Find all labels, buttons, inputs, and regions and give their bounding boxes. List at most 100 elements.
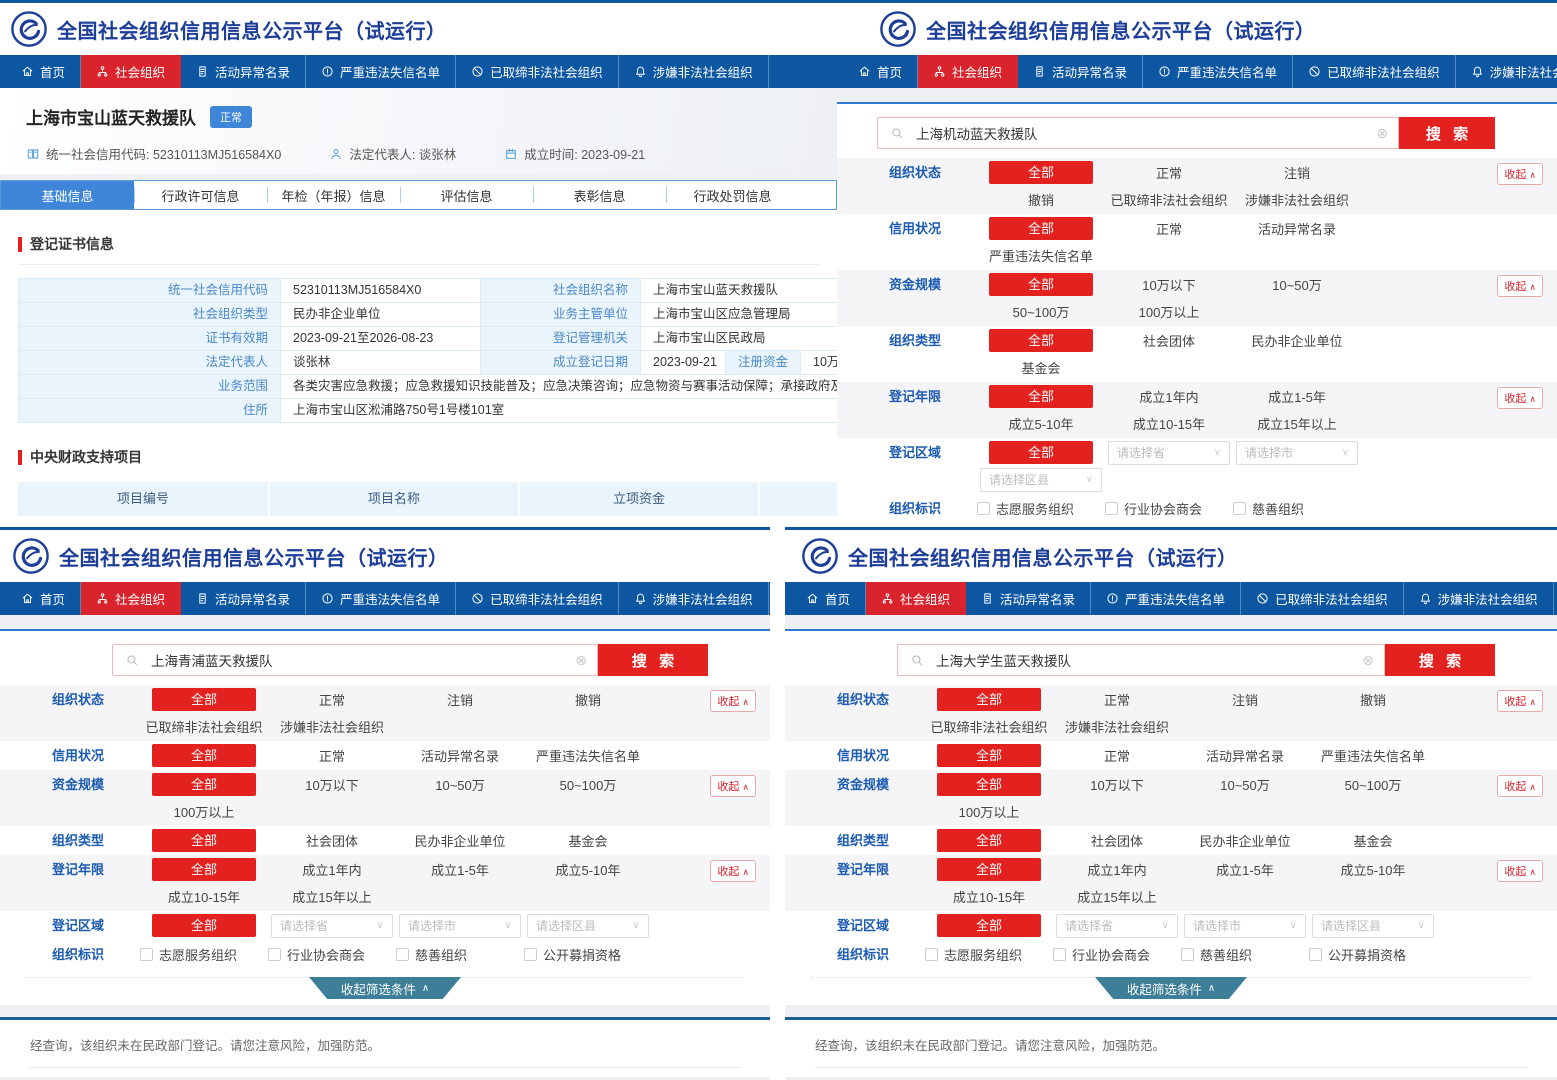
checkbox-icon[interactable] — [1309, 948, 1322, 961]
collapse-filters-button[interactable]: 收起筛选条件 — [309, 977, 461, 999]
filter-option[interactable]: 10万以下 — [1090, 775, 1143, 794]
filter-option[interactable]: 10万以下 — [1142, 275, 1195, 294]
filter-option[interactable]: 严重违法失信名单 — [1321, 746, 1425, 765]
filter-option[interactable]: 已取缔非法社会组织 — [1110, 190, 1227, 209]
checkbox-icon[interactable] — [140, 948, 153, 961]
filter-option-all[interactable]: 全部 — [989, 441, 1093, 464]
checkbox-icon[interactable] — [1233, 502, 1246, 515]
filter-option[interactable]: 10~50万 — [1220, 775, 1270, 794]
region-select-1[interactable]: 请选择市 — [1184, 914, 1306, 938]
collapse-row-button[interactable]: 收起 — [710, 775, 756, 797]
nav-item-1[interactable]: 社会组织 — [81, 55, 181, 88]
checkbox-icon[interactable] — [1053, 948, 1066, 961]
collapse-row-button[interactable]: 收起 — [1497, 775, 1543, 797]
filter-option[interactable]: 已取缔非法社会组织 — [145, 717, 262, 736]
filter-option[interactable]: 基金会 — [568, 831, 607, 850]
nav-item-4[interactable]: 已取缔非法社会组织 — [1241, 582, 1404, 615]
tab-2[interactable]: 年检（年报）信息 — [267, 181, 400, 209]
nav-item-5[interactable]: 涉嫌非法社会组织 — [1456, 55, 1557, 88]
filter-option-all[interactable]: 全部 — [152, 858, 256, 881]
filter-option[interactable]: 活动异常名录 — [421, 746, 499, 765]
checkbox-icon[interactable] — [396, 948, 409, 961]
tab-4[interactable]: 表彰信息 — [533, 181, 666, 209]
search-button[interactable]: 搜 索 — [598, 644, 708, 676]
filter-option[interactable]: 撤销 — [1360, 690, 1386, 709]
filter-option[interactable]: 民办非企业单位 — [414, 831, 505, 850]
nav-item-4[interactable]: 已取缔非法社会组织 — [456, 55, 619, 88]
filter-option[interactable]: 10万以下 — [305, 775, 358, 794]
nav-item-5[interactable]: 涉嫌非法社会组织 — [619, 55, 769, 88]
filter-option-all[interactable]: 全部 — [937, 914, 1041, 937]
clear-search-icon[interactable]: ⊗ — [1362, 653, 1374, 667]
filter-option-all[interactable]: 全部 — [152, 773, 256, 796]
filter-option[interactable]: 社会团体 — [1091, 831, 1143, 850]
nav-item-4[interactable]: 已取缔非法社会组织 — [456, 582, 619, 615]
filter-checkbox-item[interactable]: 公开募捐资格 — [1309, 941, 1437, 968]
filter-checkbox-item[interactable]: 志愿服务组织 — [925, 941, 1053, 968]
filter-checkbox-item[interactable]: 行业协会商会 — [1105, 495, 1233, 522]
nav-item-2[interactable]: 活动异常名录 — [181, 582, 306, 615]
collapse-row-button[interactable]: 收起 — [1497, 860, 1543, 882]
nav-item-4[interactable]: 已取缔非法社会组织 — [1293, 55, 1456, 88]
filter-option[interactable]: 正常 — [1156, 219, 1182, 238]
filter-option-all[interactable]: 全部 — [989, 385, 1093, 408]
filter-option[interactable]: 10~50万 — [1272, 275, 1322, 294]
region-select-0[interactable]: 请选择省 — [1056, 914, 1178, 938]
checkbox-icon[interactable] — [925, 948, 938, 961]
filter-option-all[interactable]: 全部 — [989, 273, 1093, 296]
filter-option-all[interactable]: 全部 — [937, 829, 1041, 852]
filter-option[interactable]: 50~100万 — [1345, 775, 1402, 794]
search-button[interactable]: 搜 索 — [1399, 117, 1495, 149]
filter-option[interactable]: 100万以上 — [174, 802, 235, 821]
filter-option[interactable]: 成立15年以上 — [1077, 887, 1156, 906]
collapse-row-button[interactable]: 收起 — [1497, 275, 1543, 297]
filter-option[interactable]: 正常 — [319, 690, 345, 709]
filter-checkbox-item[interactable]: 行业协会商会 — [1053, 941, 1181, 968]
region-select-2[interactable]: 请选择区县 — [980, 468, 1102, 492]
filter-option-all[interactable]: 全部 — [989, 217, 1093, 240]
region-select-0[interactable]: 请选择省 — [1108, 441, 1230, 465]
checkbox-icon[interactable] — [1181, 948, 1194, 961]
filter-option[interactable]: 成立1年内 — [302, 860, 361, 879]
filter-option-all[interactable]: 全部 — [937, 858, 1041, 881]
nav-item-1[interactable]: 社会组织 — [81, 582, 181, 615]
filter-option[interactable]: 成立10-15年 — [953, 887, 1025, 906]
nav-item-5[interactable]: 涉嫌非法社会组织 — [1404, 582, 1554, 615]
nav-item-3[interactable]: 严重违法失信名单 — [1143, 55, 1293, 88]
tab-3[interactable]: 评估信息 — [400, 181, 533, 209]
filter-option-all[interactable]: 全部 — [152, 688, 256, 711]
filter-option[interactable]: 撤销 — [1028, 190, 1054, 209]
filter-option[interactable]: 已取缔非法社会组织 — [930, 717, 1047, 736]
search-input[interactable] — [924, 653, 1362, 668]
filter-option[interactable]: 活动异常名录 — [1258, 219, 1336, 238]
clear-search-icon[interactable]: ⊗ — [1376, 126, 1388, 140]
nav-item-0[interactable]: 首页 — [843, 55, 918, 88]
filter-option-all[interactable]: 全部 — [937, 773, 1041, 796]
checkbox-icon[interactable] — [977, 502, 990, 515]
region-select-0[interactable]: 请选择省 — [271, 914, 393, 938]
filter-option[interactable]: 社会团体 — [1143, 331, 1195, 350]
filter-option[interactable]: 50~100万 — [1013, 302, 1070, 321]
tab-1[interactable]: 行政许可信息 — [134, 181, 267, 209]
filter-option[interactable]: 基金会 — [1353, 831, 1392, 850]
filter-option[interactable]: 成立1年内 — [1087, 860, 1146, 879]
nav-item-0[interactable]: 首页 — [791, 582, 866, 615]
search-button[interactable]: 搜 索 — [1385, 644, 1495, 676]
filter-option[interactable]: 正常 — [1156, 163, 1182, 182]
filter-option[interactable]: 民办非企业单位 — [1251, 331, 1342, 350]
filter-option[interactable]: 成立5-10年 — [555, 860, 620, 879]
filter-checkbox-item[interactable]: 公开募捐资格 — [524, 941, 652, 968]
filter-option[interactable]: 正常 — [1104, 746, 1130, 765]
filter-option[interactable]: 涉嫌非法社会组织 — [1245, 190, 1349, 209]
filter-checkbox-item[interactable]: 行业协会商会 — [268, 941, 396, 968]
filter-option[interactable]: 成立5-10年 — [1340, 860, 1405, 879]
collapse-row-button[interactable]: 收起 — [710, 860, 756, 882]
filter-option[interactable]: 成立1-5年 — [431, 860, 489, 879]
filter-option[interactable]: 基金会 — [1021, 358, 1060, 377]
filter-checkbox-item[interactable]: 慈善组织 — [1233, 495, 1361, 522]
collapse-row-button[interactable]: 收起 — [1497, 163, 1543, 185]
filter-option-all[interactable]: 全部 — [152, 829, 256, 852]
region-select-2[interactable]: 请选择区县 — [527, 914, 649, 938]
filter-option[interactable]: 成立15年以上 — [1257, 414, 1336, 433]
nav-item-0[interactable]: 首页 — [6, 582, 81, 615]
